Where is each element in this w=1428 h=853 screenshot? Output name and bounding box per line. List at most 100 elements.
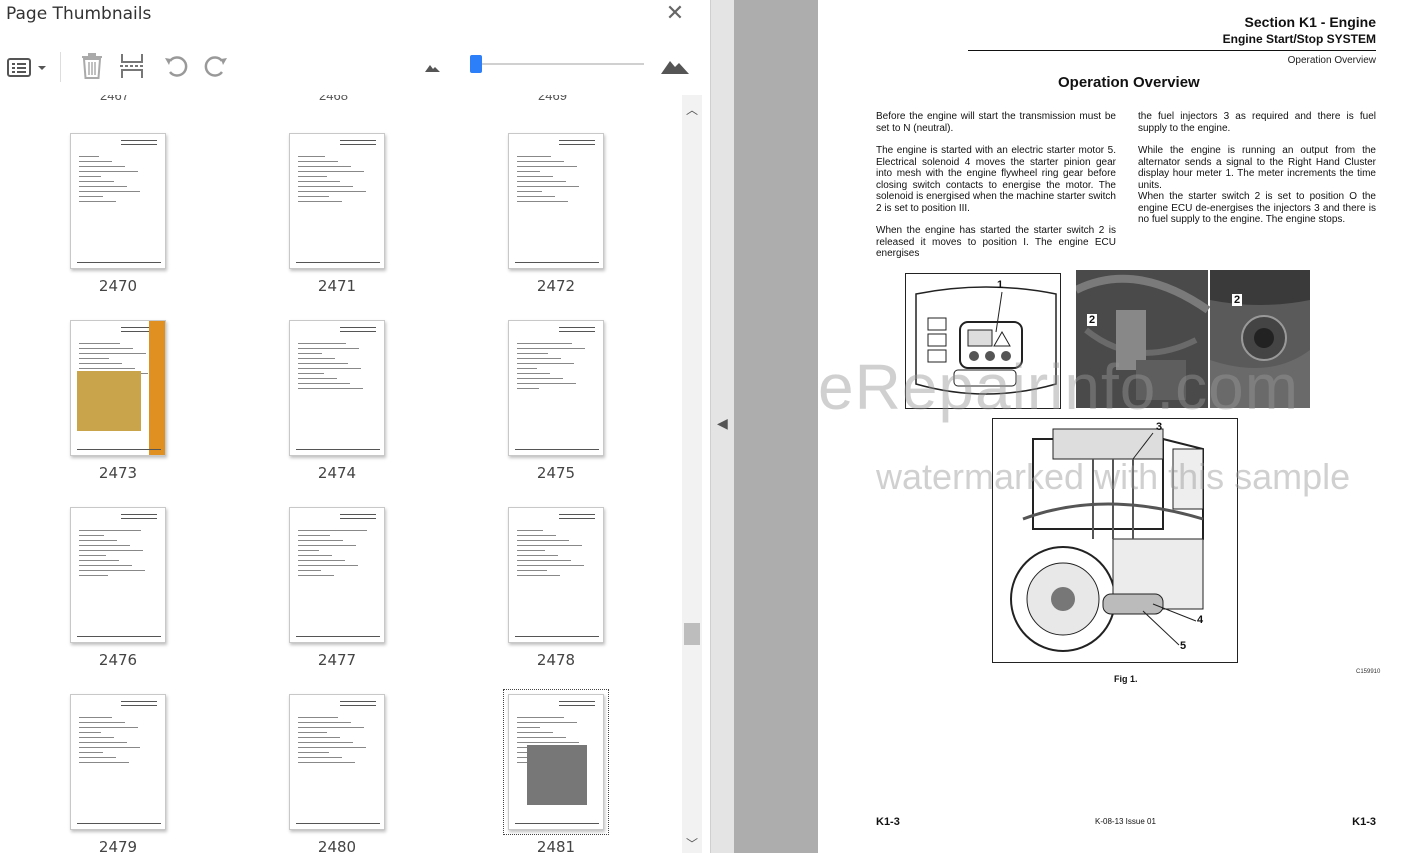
page-thumbnail[interactable] bbox=[289, 133, 385, 269]
thumbnails-scrollbar[interactable]: ︿ ﹀ bbox=[682, 95, 702, 853]
rotate-left-icon[interactable] bbox=[162, 51, 190, 81]
page-thumbnail[interactable] bbox=[70, 320, 166, 456]
thumb-text-line bbox=[517, 201, 568, 202]
thumb-footer-line bbox=[77, 262, 161, 263]
thumb-text-line bbox=[79, 570, 145, 571]
panel-splitter[interactable]: ◀ bbox=[710, 0, 734, 853]
thumb-text-line bbox=[79, 727, 138, 728]
thumbnail-page-number: 2479 bbox=[98, 838, 138, 853]
thumb-text-line bbox=[298, 722, 351, 723]
thumb-text-line bbox=[298, 196, 329, 197]
thumb-text-line bbox=[79, 732, 101, 733]
thumb-text-line bbox=[298, 762, 355, 763]
zoom-slider-track[interactable] bbox=[476, 63, 644, 65]
thumb-footer-line bbox=[77, 823, 161, 824]
thumb-text-line bbox=[79, 722, 125, 723]
thumb-text-line bbox=[79, 171, 138, 172]
thumb-text-line bbox=[79, 737, 114, 738]
thumb-header-line bbox=[340, 144, 376, 145]
page-thumbnail[interactable] bbox=[70, 507, 166, 643]
page-heading: Operation Overview bbox=[1058, 74, 1200, 91]
scroll-down-icon[interactable]: ﹀ bbox=[682, 835, 702, 851]
thumb-text-line bbox=[298, 717, 338, 718]
thumb-text-line bbox=[517, 383, 576, 384]
thumbnail-page-number: 2475 bbox=[536, 464, 576, 482]
figure-caption: Fig 1. bbox=[1114, 674, 1138, 684]
thumb-text-line bbox=[298, 565, 358, 566]
close-icon[interactable]: ✕ bbox=[664, 2, 686, 24]
thumb-text-line bbox=[517, 186, 579, 187]
thumb-text-line bbox=[79, 191, 140, 192]
thumb-header-line bbox=[121, 144, 157, 145]
header-topic: Operation Overview bbox=[1287, 55, 1376, 66]
document-background bbox=[734, 0, 818, 853]
thumb-text-line bbox=[517, 166, 577, 167]
thumb-text-line bbox=[79, 343, 120, 344]
thumb-text-line bbox=[79, 181, 114, 182]
thumb-header-line bbox=[340, 331, 376, 332]
col2-paragraph-1: the fuel injectors 3 as required and the… bbox=[1138, 111, 1376, 134]
thumb-text-line bbox=[298, 181, 340, 182]
thumb-header-line bbox=[340, 705, 376, 706]
thumb-header-line bbox=[121, 701, 157, 702]
scrollbar-thumb[interactable] bbox=[684, 623, 700, 645]
thumb-text-line bbox=[298, 161, 338, 162]
page-thumbnail[interactable] bbox=[70, 694, 166, 830]
page-thumbnail[interactable] bbox=[508, 320, 604, 456]
thumb-text-line bbox=[298, 575, 334, 576]
thumb-text-line bbox=[298, 191, 366, 192]
thumb-footer-line bbox=[296, 262, 380, 263]
document-page: Section K1 - Engine Engine Start/Stop SY… bbox=[818, 0, 1428, 853]
rotate-right-icon[interactable] bbox=[202, 51, 232, 81]
thumb-text-line bbox=[79, 363, 122, 364]
figure-engine bbox=[992, 418, 1238, 663]
watermark-site: eRepairinfo.com bbox=[818, 351, 1299, 423]
page-thumbnail[interactable] bbox=[289, 507, 385, 643]
footer-page-left: K1-3 bbox=[876, 816, 900, 828]
thumb-text-line bbox=[517, 161, 564, 162]
thumb-text-line bbox=[298, 166, 351, 167]
zoom-in-mountain-icon[interactable] bbox=[660, 52, 690, 82]
thumb-text-line bbox=[79, 353, 146, 354]
thumb-text-line bbox=[298, 343, 346, 344]
thumb-text-line bbox=[517, 732, 553, 733]
thumb-text-line bbox=[79, 565, 132, 566]
thumbnail-options-icon[interactable] bbox=[6, 51, 50, 81]
page-thumbnail[interactable] bbox=[503, 689, 609, 835]
thumb-header-line bbox=[559, 144, 595, 145]
thumb-header-line bbox=[340, 140, 376, 141]
page-thumbnail[interactable] bbox=[508, 133, 604, 269]
thumb-text-line bbox=[298, 742, 353, 743]
thumb-text-line bbox=[79, 166, 125, 167]
scroll-up-icon[interactable]: ︿ bbox=[682, 101, 702, 117]
thumb-text-line bbox=[79, 196, 103, 197]
thumb-text-line bbox=[298, 176, 327, 177]
thumb-text-line bbox=[517, 575, 560, 576]
section-subtitle: Engine Start/Stop SYSTEM bbox=[1222, 32, 1376, 46]
thumb-text-line bbox=[517, 368, 537, 369]
page-thumbnail[interactable] bbox=[289, 694, 385, 830]
extract-pages-icon[interactable] bbox=[118, 51, 146, 81]
page-thumbnail[interactable] bbox=[508, 507, 604, 643]
thumb-text-line bbox=[298, 186, 353, 187]
thumb-cover-image bbox=[77, 371, 141, 431]
collapse-panel-icon[interactable]: ◀ bbox=[717, 415, 728, 432]
zoom-slider-thumb[interactable] bbox=[470, 55, 482, 73]
thumbnail-page-number: 2477 bbox=[317, 651, 357, 669]
thumb-header-line bbox=[559, 701, 595, 702]
thumb-text-line bbox=[79, 747, 140, 748]
thumb-text-line bbox=[298, 201, 342, 202]
page-thumbnail[interactable] bbox=[289, 320, 385, 456]
thumb-header-line bbox=[340, 701, 376, 702]
thumb-text-line bbox=[298, 545, 356, 546]
thumb-text-line bbox=[517, 196, 555, 197]
thumbnail-page-number: 2480 bbox=[317, 838, 357, 853]
zoom-out-mountain-icon[interactable] bbox=[424, 58, 442, 88]
page-thumbnail[interactable] bbox=[70, 133, 166, 269]
thumb-text-line bbox=[517, 530, 543, 531]
delete-icon[interactable] bbox=[78, 51, 106, 81]
thumb-header-line bbox=[340, 518, 376, 519]
thumb-footer-line bbox=[296, 636, 380, 637]
thumb-footer-line bbox=[296, 823, 380, 824]
thumb-text-line bbox=[298, 388, 363, 389]
